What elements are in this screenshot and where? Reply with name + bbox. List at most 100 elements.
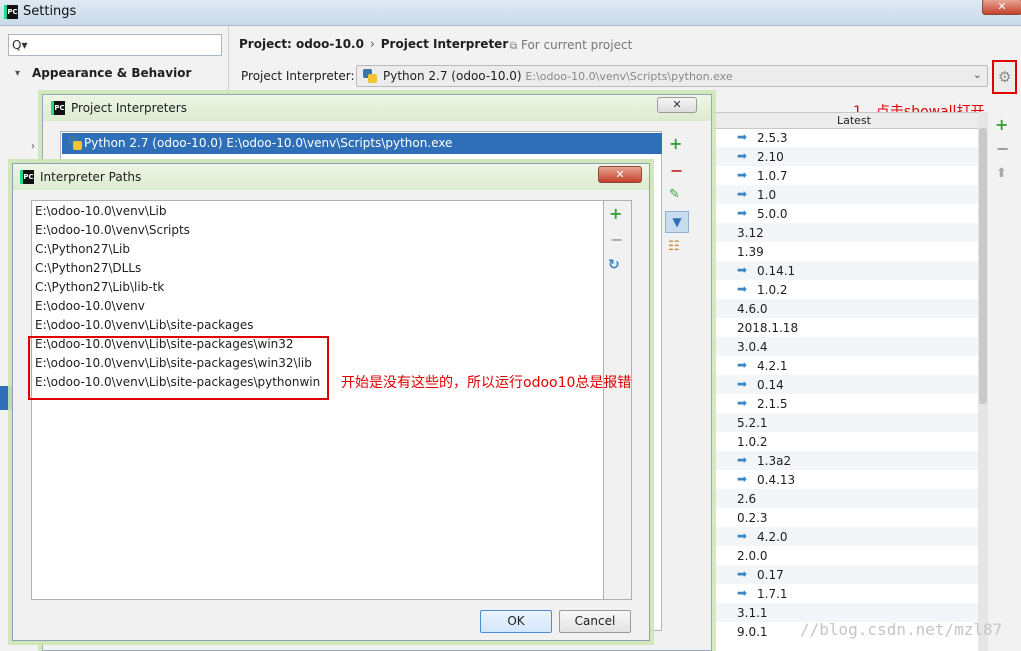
packages-table-header: Latest	[712, 112, 978, 129]
upgrade-available-icon: ➡	[737, 206, 748, 220]
edit-interpreter-icon[interactable]: ✎	[669, 187, 680, 202]
package-latest-version: 3.12	[737, 226, 764, 240]
package-row[interactable]: ➡ 4.2.1	[712, 356, 978, 375]
package-row[interactable]: 3.12	[712, 223, 978, 242]
package-row[interactable]: ➡ 0.14	[712, 375, 978, 394]
package-row[interactable]: ➡ 0.14.1	[712, 261, 978, 280]
package-latest-version: 1.0.2	[757, 283, 788, 297]
interpreter-path-item[interactable]: E:\odoo-10.0\venv\Scripts	[35, 223, 190, 242]
remove-package-icon[interactable]: −	[996, 139, 1009, 158]
package-latest-version: 5.0.0	[757, 207, 788, 221]
package-latest-version: 2.0.0	[737, 549, 768, 563]
package-latest-version: 0.2.3	[737, 511, 768, 525]
python-icon	[363, 69, 377, 83]
package-latest-version: 0.4.13	[757, 473, 796, 487]
interpreter-value: Python 2.7 (odoo-10.0) E:\odoo-10.0\venv…	[383, 69, 733, 83]
package-row[interactable]: ➡ 1.3a2	[712, 451, 978, 470]
sidebar-selected-item[interactable]	[0, 386, 12, 410]
package-latest-version: 4.6.0	[737, 302, 768, 316]
interpreter-path-item[interactable]: C:\Python27\Lib\lib-tk	[35, 280, 164, 299]
project-interpreter-label: Project Interpreter:	[241, 69, 355, 83]
settings-titlebar	[0, 0, 1021, 26]
gear-icon: ⚙	[998, 68, 1012, 86]
interpreter-paths-close-button[interactable]: ✕	[598, 166, 642, 183]
packages-toolbar: + − ⬆	[990, 112, 1021, 312]
package-latest-version: 2.10	[757, 150, 784, 164]
package-latest-version: 3.0.4	[737, 340, 768, 354]
package-row[interactable]: ➡ 5.0.0	[712, 204, 978, 223]
package-row[interactable]: ➡ 2.10	[712, 147, 978, 166]
upgrade-available-icon: ➡	[737, 567, 748, 581]
interpreter-settings-button[interactable]: ⚙	[992, 60, 1017, 94]
reload-paths-icon[interactable]: ↻	[608, 257, 620, 273]
package-latest-version: 0.17	[757, 568, 784, 582]
package-row[interactable]: 2.6	[712, 489, 978, 508]
upgrade-available-icon: ➡	[737, 377, 748, 391]
package-row[interactable]: 3.0.4	[712, 337, 978, 356]
package-row[interactable]: ➡ 2.5.3	[712, 128, 978, 147]
interpreter-list-item-label: Python 2.7 (odoo-10.0) E:\odoo-10.0\venv…	[84, 136, 453, 150]
settings-close-button[interactable]: ✕	[982, 0, 1021, 15]
annotation-paths-note: 开始是没有这些的，所以运行odoo10总是报错	[341, 375, 632, 391]
add-interpreter-icon[interactable]: +	[669, 134, 682, 153]
package-row[interactable]: 1.39	[712, 242, 978, 261]
package-latest-version: 1.7.1	[757, 587, 788, 601]
project-interpreter-select[interactable]: Python 2.7 (odoo-10.0) E:\odoo-10.0\venv…	[356, 65, 988, 87]
package-latest-version: 1.0.7	[757, 169, 788, 183]
package-latest-version: 0.14.1	[757, 264, 796, 278]
chevron-right-icon[interactable]: ›	[31, 141, 35, 152]
remove-path-icon[interactable]: −	[610, 230, 623, 249]
package-row[interactable]: 0.2.3	[712, 508, 978, 527]
interpreter-path-item[interactable]: C:\Python27\DLLs	[35, 261, 141, 280]
package-latest-version: 2.6	[737, 492, 757, 506]
package-row[interactable]: ➡ 4.2.0	[712, 527, 978, 546]
package-row[interactable]: 5.2.1	[712, 413, 978, 432]
python-icon	[68, 136, 82, 150]
pycharm-logo-icon: PC	[20, 170, 34, 184]
chevron-down-icon[interactable]: ⌄	[973, 68, 982, 81]
package-latest-version: 5.2.1	[737, 416, 768, 430]
interpreter-list-item-selected[interactable]: Python 2.7 (odoo-10.0) E:\odoo-10.0\venv…	[62, 133, 662, 154]
latest-column-header[interactable]: Latest	[837, 114, 871, 127]
package-latest-version: 2.1.5	[757, 397, 788, 411]
upgrade-available-icon: ➡	[737, 282, 748, 296]
breadcrumb-separator: ›	[369, 37, 375, 51]
package-row[interactable]: ➡ 1.0.7	[712, 166, 978, 185]
package-row[interactable]: 2018.1.18	[712, 318, 978, 337]
highlight-added-paths	[28, 336, 329, 400]
add-path-icon[interactable]: +	[609, 204, 622, 223]
interpreter-path-item[interactable]: E:\odoo-10.0\venv\Lib	[35, 204, 167, 223]
package-row[interactable]: 1.0.2	[712, 432, 978, 451]
upgrade-package-icon[interactable]: ⬆	[996, 166, 1007, 181]
add-package-icon[interactable]: +	[995, 115, 1008, 134]
package-latest-version: 1.0	[757, 188, 777, 202]
remove-interpreter-icon[interactable]: −	[670, 161, 683, 180]
package-row[interactable]: 2.0.0	[712, 546, 978, 565]
ok-button[interactable]: OK	[480, 610, 552, 633]
package-row[interactable]: ➡ 0.4.13	[712, 470, 978, 489]
packages-scrollbar[interactable]	[978, 112, 988, 651]
interpreter-path-item[interactable]: C:\Python27\Lib	[35, 242, 130, 261]
interpreter-path-item[interactable]: E:\odoo-10.0\venv\Lib\site-packages	[35, 318, 253, 337]
settings-search-input[interactable]: Q▾	[8, 34, 222, 56]
pycharm-logo-icon: PC	[51, 101, 65, 115]
cancel-button[interactable]: Cancel	[559, 610, 631, 633]
upgrade-available-icon: ➡	[737, 263, 748, 277]
package-row[interactable]: 4.6.0	[712, 299, 978, 318]
project-interpreters-close-button[interactable]: ✕	[657, 97, 697, 113]
package-row[interactable]: ➡ 2.1.5	[712, 394, 978, 413]
scrollbar-thumb[interactable]	[979, 128, 987, 404]
filter-icon[interactable]: ▼	[665, 211, 689, 233]
upgrade-available-icon: ➡	[737, 187, 748, 201]
sidebar-item-appearance-behavior[interactable]: Appearance & Behavior	[32, 66, 191, 80]
package-row[interactable]: ➡ 1.0.2	[712, 280, 978, 299]
package-row[interactable]: ➡ 1.0	[712, 185, 978, 204]
show-paths-icon[interactable]: ☷	[668, 239, 680, 254]
package-row[interactable]: ➡ 1.7.1	[712, 584, 978, 603]
watermark: //blog.csdn.net/mzl87	[800, 620, 1003, 639]
package-latest-version: 0.14	[757, 378, 784, 392]
chevron-down-icon[interactable]: ▾	[15, 68, 20, 79]
copy-icon: ⧉	[510, 41, 518, 52]
interpreter-path-item[interactable]: E:\odoo-10.0\venv	[35, 299, 145, 318]
package-row[interactable]: ➡ 0.17	[712, 565, 978, 584]
